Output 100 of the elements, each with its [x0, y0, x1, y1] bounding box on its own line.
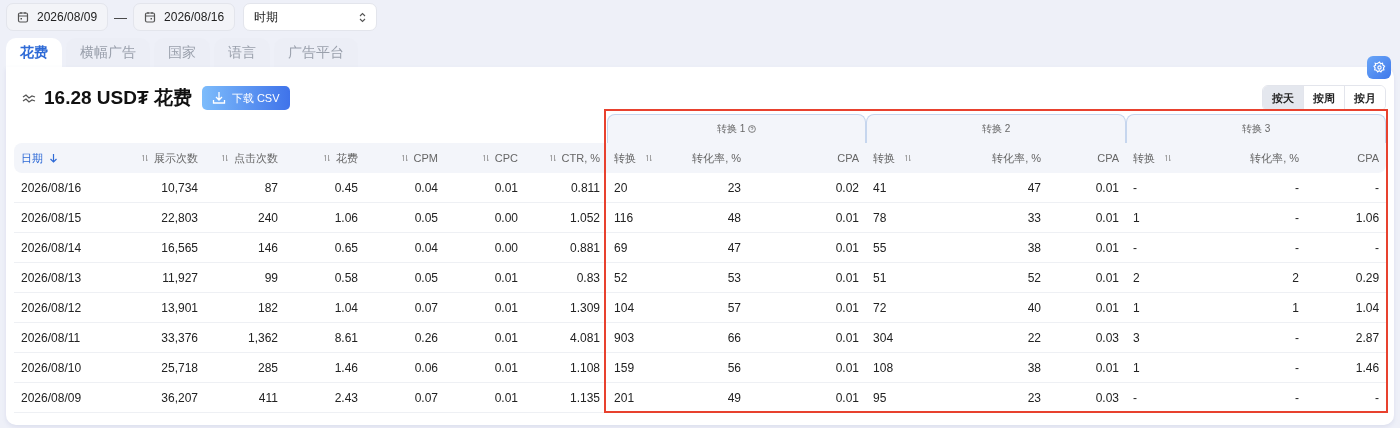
table-cell: 8.61 [285, 323, 365, 353]
table-cell: 1 [1126, 293, 1191, 323]
table-cell: 1.309 [525, 293, 608, 323]
table-cell: 2026/08/12 [14, 293, 120, 323]
table-cell: 2026/08/11 [14, 323, 120, 353]
table-cell: 0.01 [748, 263, 867, 293]
table-cell: 25,718 [120, 353, 205, 383]
period-select[interactable]: 时期 [243, 3, 378, 31]
granularity-button[interactable]: 按月 [1344, 86, 1385, 110]
table-cell: 0.01 [1048, 233, 1127, 263]
table-cell: 2.87 [1306, 323, 1387, 353]
column-header[interactable]: 转换 [866, 143, 931, 173]
table-cell: - [1306, 383, 1387, 413]
table-cell: 1.052 [525, 203, 608, 233]
column-header[interactable]: 转换 [607, 143, 671, 173]
table-cell: 0.01 [748, 233, 867, 263]
table-cell: 0.03 [1048, 323, 1127, 353]
table-cell: 0.01 [748, 383, 867, 413]
column-header[interactable]: 点击次数 [205, 143, 285, 173]
table-cell: - [1190, 383, 1307, 413]
group-header: 转换 3 [1126, 114, 1387, 143]
start-date-field[interactable]: 2026/08/09 [6, 3, 109, 31]
table-cell: 0.01 [445, 263, 525, 293]
calendar-icon [17, 11, 29, 23]
table-cell: 0.01 [445, 323, 525, 353]
table-cell: 2026/08/13 [14, 263, 120, 293]
table-cell: 0.03 [1048, 383, 1127, 413]
column-header[interactable]: 展示次数 [120, 143, 205, 173]
granularity-button[interactable]: 按天 [1263, 86, 1303, 110]
table-cell: 36,207 [120, 383, 205, 413]
table-cell: 1.135 [525, 383, 608, 413]
table-cell: 47 [930, 173, 1049, 203]
table-cell: 0.29 [1306, 263, 1387, 293]
trend-icon [22, 92, 36, 104]
column-header[interactable]: 转化率, % [670, 143, 749, 173]
table-cell: 0.06 [365, 353, 445, 383]
table-cell: 285 [205, 353, 285, 383]
column-header[interactable]: 花费 [285, 143, 365, 173]
column-header[interactable]: 日期 [14, 143, 120, 173]
table-cell: 99 [205, 263, 285, 293]
table-cell: 0.58 [285, 263, 365, 293]
table-cell: 53 [670, 263, 749, 293]
download-csv-button[interactable]: 下载 CSV [201, 86, 290, 110]
table-cell: 0.01 [445, 353, 525, 383]
table-cell: 104 [607, 293, 671, 323]
end-date-field[interactable]: 2026/08/16 [133, 3, 236, 31]
tab[interactable]: 花费 [6, 38, 62, 67]
table-cell: 22,803 [120, 203, 205, 233]
column-header[interactable]: 转化率, % [1190, 143, 1307, 173]
column-header[interactable]: CPC [445, 143, 525, 173]
table-cell: 1.06 [285, 203, 365, 233]
table-cell: 0.01 [1048, 203, 1127, 233]
settings-icon [1372, 61, 1386, 74]
table-cell: 0.04 [365, 233, 445, 263]
settings-button[interactable] [1367, 56, 1391, 79]
table-cell: 10,734 [120, 173, 205, 203]
spend-total-title: 16.28 USD₮ 花费 [44, 86, 192, 110]
table-cell: 1.06 [1306, 203, 1387, 233]
table-cell: 0.01 [445, 293, 525, 323]
table-cell: 2.43 [285, 383, 365, 413]
table-cell: - [1126, 383, 1191, 413]
table-cell: 23 [670, 173, 749, 203]
table-cell: 1 [1126, 353, 1191, 383]
column-header[interactable]: CPA [1306, 143, 1387, 173]
table-cell: 1 [1190, 293, 1307, 323]
table-cell: 22 [930, 323, 1049, 353]
chevron-updown-icon [359, 11, 367, 23]
table-cell: 56 [670, 353, 749, 383]
table-cell: 411 [205, 383, 285, 413]
table-cell: 182 [205, 293, 285, 323]
group-header: 转换 2 [866, 114, 1127, 143]
table-cell: 201 [607, 383, 671, 413]
table-cell: 0.00 [445, 233, 525, 263]
download-icon [211, 91, 226, 105]
table-cell: - [1190, 323, 1307, 353]
table-cell: 903 [607, 323, 671, 353]
table-cell: 72 [866, 293, 931, 323]
column-header[interactable]: 转化率, % [930, 143, 1049, 173]
table-cell: 40 [930, 293, 1049, 323]
column-header[interactable]: CPM [365, 143, 445, 173]
table-cell: 0.01 [748, 293, 867, 323]
column-header[interactable]: CPA [748, 143, 867, 173]
table-cell: 41 [866, 173, 931, 203]
table-cell: 13,901 [120, 293, 205, 323]
table-cell: 49 [670, 383, 749, 413]
table-cell: 0.01 [748, 353, 867, 383]
table-cell: 3 [1126, 323, 1191, 353]
table-cell: 11,927 [120, 263, 205, 293]
column-header[interactable]: CTR, % [525, 143, 608, 173]
group-header: 转换 1 [607, 114, 867, 143]
column-header[interactable]: CPA [1048, 143, 1127, 173]
table-cell: 0.26 [365, 323, 445, 353]
column-header[interactable]: 转换 [1126, 143, 1191, 173]
table-cell: 2 [1126, 263, 1191, 293]
table-cell: - [1306, 233, 1387, 263]
table-cell: 0.01 [748, 323, 867, 353]
table-cell: 47 [670, 233, 749, 263]
table-cell: 1.46 [1306, 353, 1387, 383]
table-cell: 0.07 [365, 383, 445, 413]
table-cell: 0.07 [365, 293, 445, 323]
